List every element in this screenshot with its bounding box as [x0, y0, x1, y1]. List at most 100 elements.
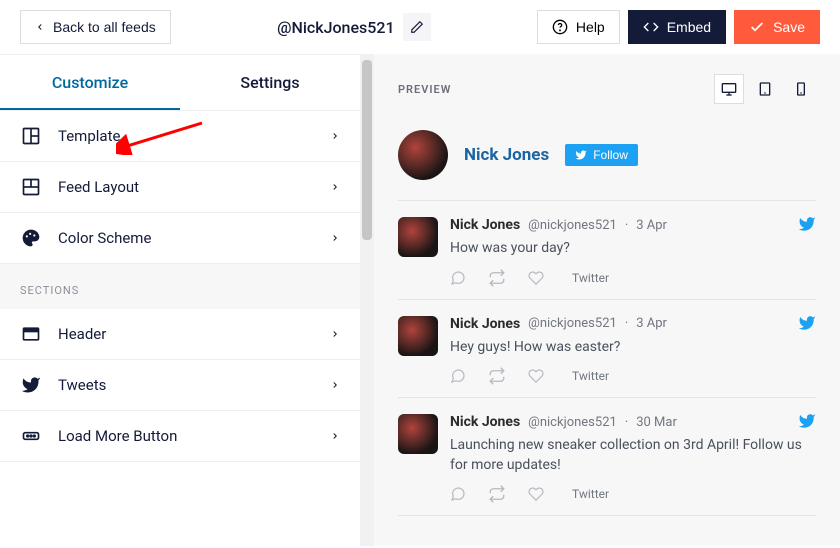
code-icon — [643, 19, 659, 35]
reply-icon[interactable] — [450, 486, 466, 502]
tweet-avatar — [398, 217, 438, 257]
chevron-right-icon — [330, 329, 340, 339]
tweet-handle: @nickjones521 — [528, 415, 617, 430]
reply-icon[interactable] — [450, 270, 466, 286]
twitter-icon — [575, 149, 587, 161]
preview-label: PREVIEW — [398, 83, 451, 96]
tweet-handle: @nickjones521 — [528, 316, 617, 331]
follow-label: Follow — [593, 148, 628, 162]
menu-tweets[interactable]: Tweets — [0, 360, 360, 411]
sidebar-scrollbar[interactable] — [360, 54, 374, 546]
menu-template-label: Template — [58, 127, 120, 145]
separator-dot: · — [625, 415, 628, 430]
chevron-right-icon — [330, 182, 340, 192]
palette-icon — [20, 227, 42, 249]
tweet-source[interactable]: Twitter — [572, 487, 609, 501]
tweets-list: Nick Jones @nickjones521 · 3 Apr How was… — [398, 201, 816, 516]
chevron-right-icon — [330, 233, 340, 243]
device-tablet-button[interactable] — [750, 74, 780, 104]
tweet-date: 3 Apr — [636, 218, 667, 233]
tweet-source[interactable]: Twitter — [572, 369, 609, 383]
pencil-icon — [410, 20, 424, 34]
tab-customize[interactable]: Customize — [0, 55, 180, 110]
check-icon — [749, 19, 765, 35]
like-icon[interactable] — [528, 270, 544, 286]
chevron-right-icon — [330, 131, 340, 141]
help-label: Help — [576, 19, 605, 35]
tab-settings[interactable]: Settings — [180, 55, 360, 110]
tweet-author: Nick Jones — [450, 316, 520, 332]
feed-title: @NickJones521 — [277, 18, 394, 37]
chevron-left-icon — [35, 22, 45, 32]
back-label: Back to all feeds — [53, 19, 156, 35]
topbar: Back to all feeds @NickJones521 Help Emb… — [0, 0, 840, 54]
scrollbar-thumb[interactable] — [362, 60, 372, 240]
mobile-icon — [793, 81, 809, 97]
separator-dot: · — [625, 218, 628, 233]
preview-pane: PREVIEW Nick Jones Follow — [374, 54, 840, 546]
tweet: Nick Jones @nickjones521 · 3 Apr Hey guy… — [398, 300, 816, 399]
twitter-icon — [798, 314, 816, 332]
retweet-icon[interactable] — [488, 367, 506, 385]
avatar — [398, 130, 448, 180]
device-toggle — [714, 74, 816, 104]
sections-header: SECTIONS — [0, 264, 360, 309]
tweet: Nick Jones @nickjones521 · 30 Mar Launch… — [398, 398, 816, 516]
top-actions: Help Embed Save — [537, 10, 820, 44]
like-icon[interactable] — [528, 368, 544, 384]
like-icon[interactable] — [528, 486, 544, 502]
back-to-feeds-button[interactable]: Back to all feeds — [20, 10, 171, 44]
menu-load-more-label: Load More Button — [58, 427, 177, 445]
tablet-icon — [757, 81, 773, 97]
tweet-text: Hey guys! How was easter? — [450, 338, 816, 358]
feed-title-wrap: @NickJones521 — [181, 13, 527, 41]
tweet: Nick Jones @nickjones521 · 3 Apr How was… — [398, 201, 816, 300]
tweet-text: How was your day? — [450, 239, 816, 259]
menu-header-label: Header — [58, 325, 106, 343]
twitter-icon — [798, 412, 816, 430]
save-label: Save — [773, 19, 805, 35]
menu-tweets-label: Tweets — [58, 376, 106, 394]
tweet-actions: Twitter — [450, 367, 816, 385]
edit-feed-name-button[interactable] — [403, 13, 431, 41]
separator-dot: · — [625, 316, 628, 331]
menu-color-scheme[interactable]: Color Scheme — [0, 213, 360, 264]
menu-feed-layout[interactable]: Feed Layout — [0, 162, 360, 213]
menu-header[interactable]: Header — [0, 309, 360, 360]
device-mobile-button[interactable] — [786, 74, 816, 104]
chevron-right-icon — [330, 380, 340, 390]
reply-icon[interactable] — [450, 368, 466, 384]
menu-color-scheme-label: Color Scheme — [58, 229, 151, 247]
tweet-avatar — [398, 316, 438, 356]
template-icon — [20, 125, 42, 147]
tabbar: Customize Settings — [0, 55, 360, 111]
chevron-right-icon — [330, 431, 340, 441]
layout-icon — [20, 176, 42, 198]
tweet-date: 30 Mar — [636, 415, 677, 430]
retweet-icon[interactable] — [488, 485, 506, 503]
device-desktop-button[interactable] — [714, 74, 744, 104]
tweet-actions: Twitter — [450, 485, 816, 503]
header-icon — [20, 323, 42, 345]
annotation-arrow — [116, 119, 206, 155]
load-more-icon — [20, 425, 42, 447]
help-button[interactable]: Help — [537, 10, 620, 44]
twitter-icon — [798, 215, 816, 233]
feed-profile-header: Nick Jones Follow — [398, 124, 816, 201]
embed-label: Embed — [667, 19, 711, 35]
tweet-handle: @nickjones521 — [528, 218, 617, 233]
main: Customize Settings Template Feed Layou — [0, 54, 840, 546]
profile-name: Nick Jones — [464, 145, 549, 165]
menu-template[interactable]: Template — [0, 111, 360, 162]
follow-button[interactable]: Follow — [565, 144, 638, 166]
menu-load-more[interactable]: Load More Button — [0, 411, 360, 462]
tweet-date: 3 Apr — [636, 316, 667, 331]
embed-button[interactable]: Embed — [628, 10, 726, 44]
tweet-actions: Twitter — [450, 269, 816, 287]
tweet-text: Launching new sneaker collection on 3rd … — [450, 436, 816, 475]
sidebar: Customize Settings Template Feed Layou — [0, 54, 360, 546]
tweet-source[interactable]: Twitter — [572, 271, 609, 285]
save-button[interactable]: Save — [734, 10, 820, 44]
menu-feed-layout-label: Feed Layout — [58, 178, 139, 196]
retweet-icon[interactable] — [488, 269, 506, 287]
